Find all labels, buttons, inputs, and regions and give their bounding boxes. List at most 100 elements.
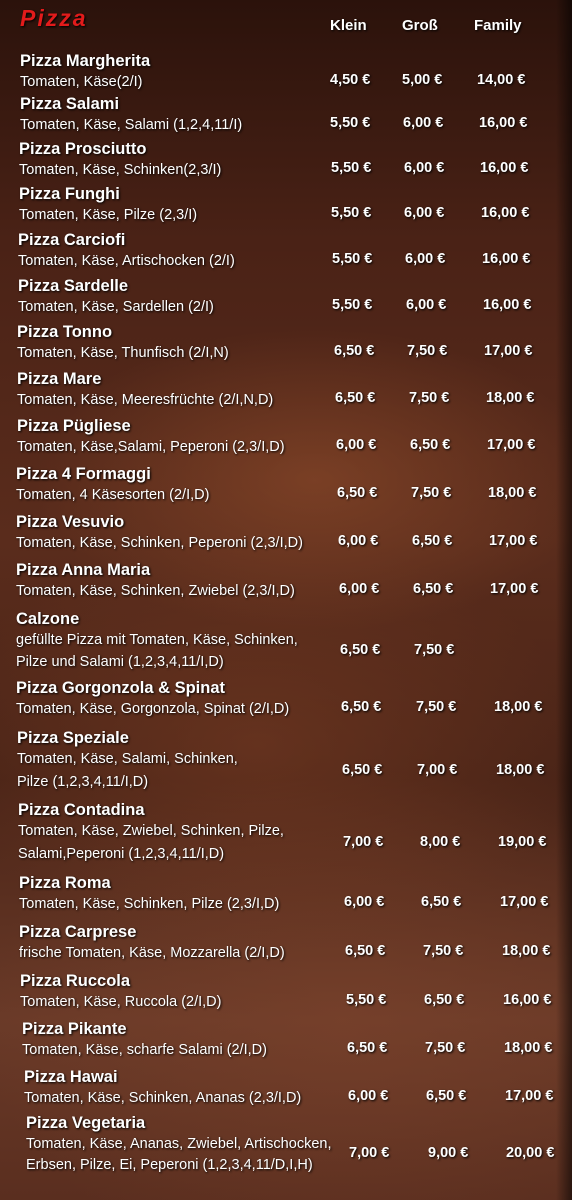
item-description: Erbsen, Pilze, Ei, Peperoni (1,2,3,4,11/… bbox=[26, 1157, 313, 1173]
item-name: Pizza Pügliese bbox=[17, 417, 131, 435]
price-family: 16,00 € bbox=[481, 205, 530, 221]
price-klein: 7,00 € bbox=[343, 834, 384, 850]
item-name: Pizza Vegetaria bbox=[26, 1114, 146, 1132]
price-klein: 5,50 € bbox=[331, 160, 372, 176]
item-description: Salami,Peperoni (1,2,3,4,11/I,D) bbox=[18, 846, 225, 862]
price-family: 14,00 € bbox=[477, 72, 526, 88]
price-gross: 7,50 € bbox=[423, 943, 464, 959]
price-gross: 6,50 € bbox=[426, 1088, 467, 1104]
item-description: frische Tomaten, Käse, Mozzarella (2/I,D… bbox=[19, 945, 285, 961]
item-description: Tomaten, Käse, Schinken(2,3/I) bbox=[19, 162, 222, 178]
price-klein: 6,50 € bbox=[337, 485, 378, 501]
item-description: Tomaten, Käse, Artischocken (2/I) bbox=[18, 253, 235, 269]
price-family: 18,00 € bbox=[486, 390, 535, 406]
price-klein: 6,00 € bbox=[339, 581, 380, 597]
item-name: Pizza Speziale bbox=[17, 729, 129, 747]
item-description: Tomaten, 4 Käsesorten (2/I,D) bbox=[16, 487, 210, 503]
item-name: Pizza Mare bbox=[17, 370, 102, 388]
price-gross: 7,50 € bbox=[409, 390, 450, 406]
price-family: 18,00 € bbox=[504, 1040, 553, 1056]
price-family: 17,00 € bbox=[484, 343, 533, 359]
price-klein: 6,00 € bbox=[338, 533, 379, 549]
price-gross: 7,50 € bbox=[425, 1040, 466, 1056]
price-gross: 6,00 € bbox=[404, 205, 445, 221]
price-family: 16,00 € bbox=[482, 251, 531, 267]
price-family: 17,00 € bbox=[500, 894, 549, 910]
price-gross: 7,50 € bbox=[414, 642, 455, 658]
price-gross: 6,00 € bbox=[406, 297, 447, 313]
price-family: 17,00 € bbox=[487, 437, 536, 453]
item-description: Tomaten, Käse, Ruccola (2/I,D) bbox=[20, 994, 222, 1010]
price-family: 16,00 € bbox=[483, 297, 532, 313]
item-name: Pizza Tonno bbox=[17, 323, 113, 341]
price-klein: 5,50 € bbox=[331, 205, 372, 221]
menu-title: Pizza bbox=[20, 5, 88, 31]
price-klein: 6,50 € bbox=[342, 762, 383, 778]
item-description: Pilze (1,2,3,4,11/I,D) bbox=[17, 774, 149, 790]
item-description: Tomaten, Käse, Meeresfrüchte (2/I,N,D) bbox=[17, 392, 274, 408]
page-edge-shadow bbox=[556, 0, 572, 1200]
price-klein: 5,50 € bbox=[332, 251, 373, 267]
price-klein: 6,50 € bbox=[335, 390, 376, 406]
price-gross: 6,50 € bbox=[412, 533, 453, 549]
item-description: Tomaten, Käse, Zwiebel, Schinken, Pilze, bbox=[18, 823, 284, 839]
item-name: Pizza Roma bbox=[19, 874, 111, 892]
item-name: Pizza Funghi bbox=[19, 185, 120, 203]
price-family: 17,00 € bbox=[489, 533, 538, 549]
price-family: 18,00 € bbox=[488, 485, 537, 501]
price-family: 16,00 € bbox=[479, 115, 528, 131]
price-gross: 7,00 € bbox=[417, 762, 458, 778]
item-name: Pizza Sardelle bbox=[18, 277, 129, 295]
item-description: Tomaten, Käse, Thunfisch (2/I,N) bbox=[17, 345, 229, 361]
item-description: Tomaten, Käse, Schinken, Pilze (2,3/I,D) bbox=[19, 896, 280, 912]
item-description: Tomaten, Käse, Sardellen (2/I) bbox=[18, 299, 214, 315]
price-gross: 6,50 € bbox=[424, 992, 465, 1008]
item-name: Pizza Carprese bbox=[19, 923, 137, 941]
item-name: Pizza Prosciutto bbox=[19, 140, 147, 158]
item-name: Pizza Gorgonzola & Spinat bbox=[16, 679, 226, 697]
item-description: Tomaten, Käse, Salami, Schinken, bbox=[17, 751, 238, 767]
item-description: Tomaten, Käse, Schinken, Ananas (2,3/I,D… bbox=[24, 1090, 302, 1106]
item-description: Tomaten, Käse, Ananas, Zwiebel, Artischo… bbox=[26, 1136, 332, 1152]
price-klein: 6,50 € bbox=[341, 699, 382, 715]
price-klein: 6,50 € bbox=[340, 642, 381, 658]
item-name: Pizza Hawai bbox=[24, 1068, 118, 1086]
item-description: Tomaten, Käse,Salami, Peperoni (2,3/I,D) bbox=[17, 439, 285, 455]
item-description: Tomaten, Käse(2/I) bbox=[20, 74, 143, 90]
price-klein: 5,50 € bbox=[332, 297, 373, 313]
item-name: Pizza Margherita bbox=[20, 52, 151, 70]
price-gross: 6,50 € bbox=[421, 894, 462, 910]
price-gross: 6,00 € bbox=[404, 160, 445, 176]
item-name: Pizza Pikante bbox=[22, 1020, 127, 1038]
price-klein: 5,50 € bbox=[346, 992, 387, 1008]
item-name: Pizza Anna Maria bbox=[16, 561, 151, 579]
item-description: Tomaten, Käse, scharfe Salami (2/I,D) bbox=[22, 1042, 267, 1058]
price-family: 18,00 € bbox=[496, 762, 545, 778]
price-gross: 6,00 € bbox=[405, 251, 446, 267]
price-family: 17,00 € bbox=[490, 581, 539, 597]
price-gross: 6,00 € bbox=[403, 115, 444, 131]
item-description: Tomaten, Käse, Pilze (2,3/I) bbox=[19, 207, 198, 223]
column-header-klein: Klein bbox=[330, 17, 367, 34]
item-description: Pilze und Salami (1,2,3,4,11/I,D) bbox=[16, 654, 224, 670]
price-family: 18,00 € bbox=[494, 699, 543, 715]
price-gross: 9,00 € bbox=[428, 1145, 469, 1161]
item-name: Calzone bbox=[16, 610, 80, 628]
price-klein: 6,00 € bbox=[348, 1088, 389, 1104]
price-gross: 6,50 € bbox=[410, 437, 451, 453]
item-name: Pizza Salami bbox=[20, 95, 120, 113]
item-description: gefüllte Pizza mit Tomaten, Käse, Schink… bbox=[16, 632, 298, 648]
price-klein: 7,00 € bbox=[349, 1145, 390, 1161]
item-name: Pizza 4 Formaggi bbox=[16, 465, 151, 483]
price-klein: 5,50 € bbox=[330, 115, 371, 131]
item-description: Tomaten, Käse, Gorgonzola, Spinat (2/I,D… bbox=[16, 701, 290, 717]
price-family: 19,00 € bbox=[498, 834, 547, 850]
price-family: 20,00 € bbox=[506, 1145, 555, 1161]
price-family: 18,00 € bbox=[502, 943, 551, 959]
price-gross: 7,50 € bbox=[407, 343, 448, 359]
price-gross: 7,50 € bbox=[411, 485, 452, 501]
price-klein: 4,50 € bbox=[330, 72, 371, 88]
column-header-gross: Groß bbox=[402, 17, 438, 34]
price-family: 16,00 € bbox=[503, 992, 552, 1008]
item-name: Pizza Ruccola bbox=[20, 972, 131, 990]
